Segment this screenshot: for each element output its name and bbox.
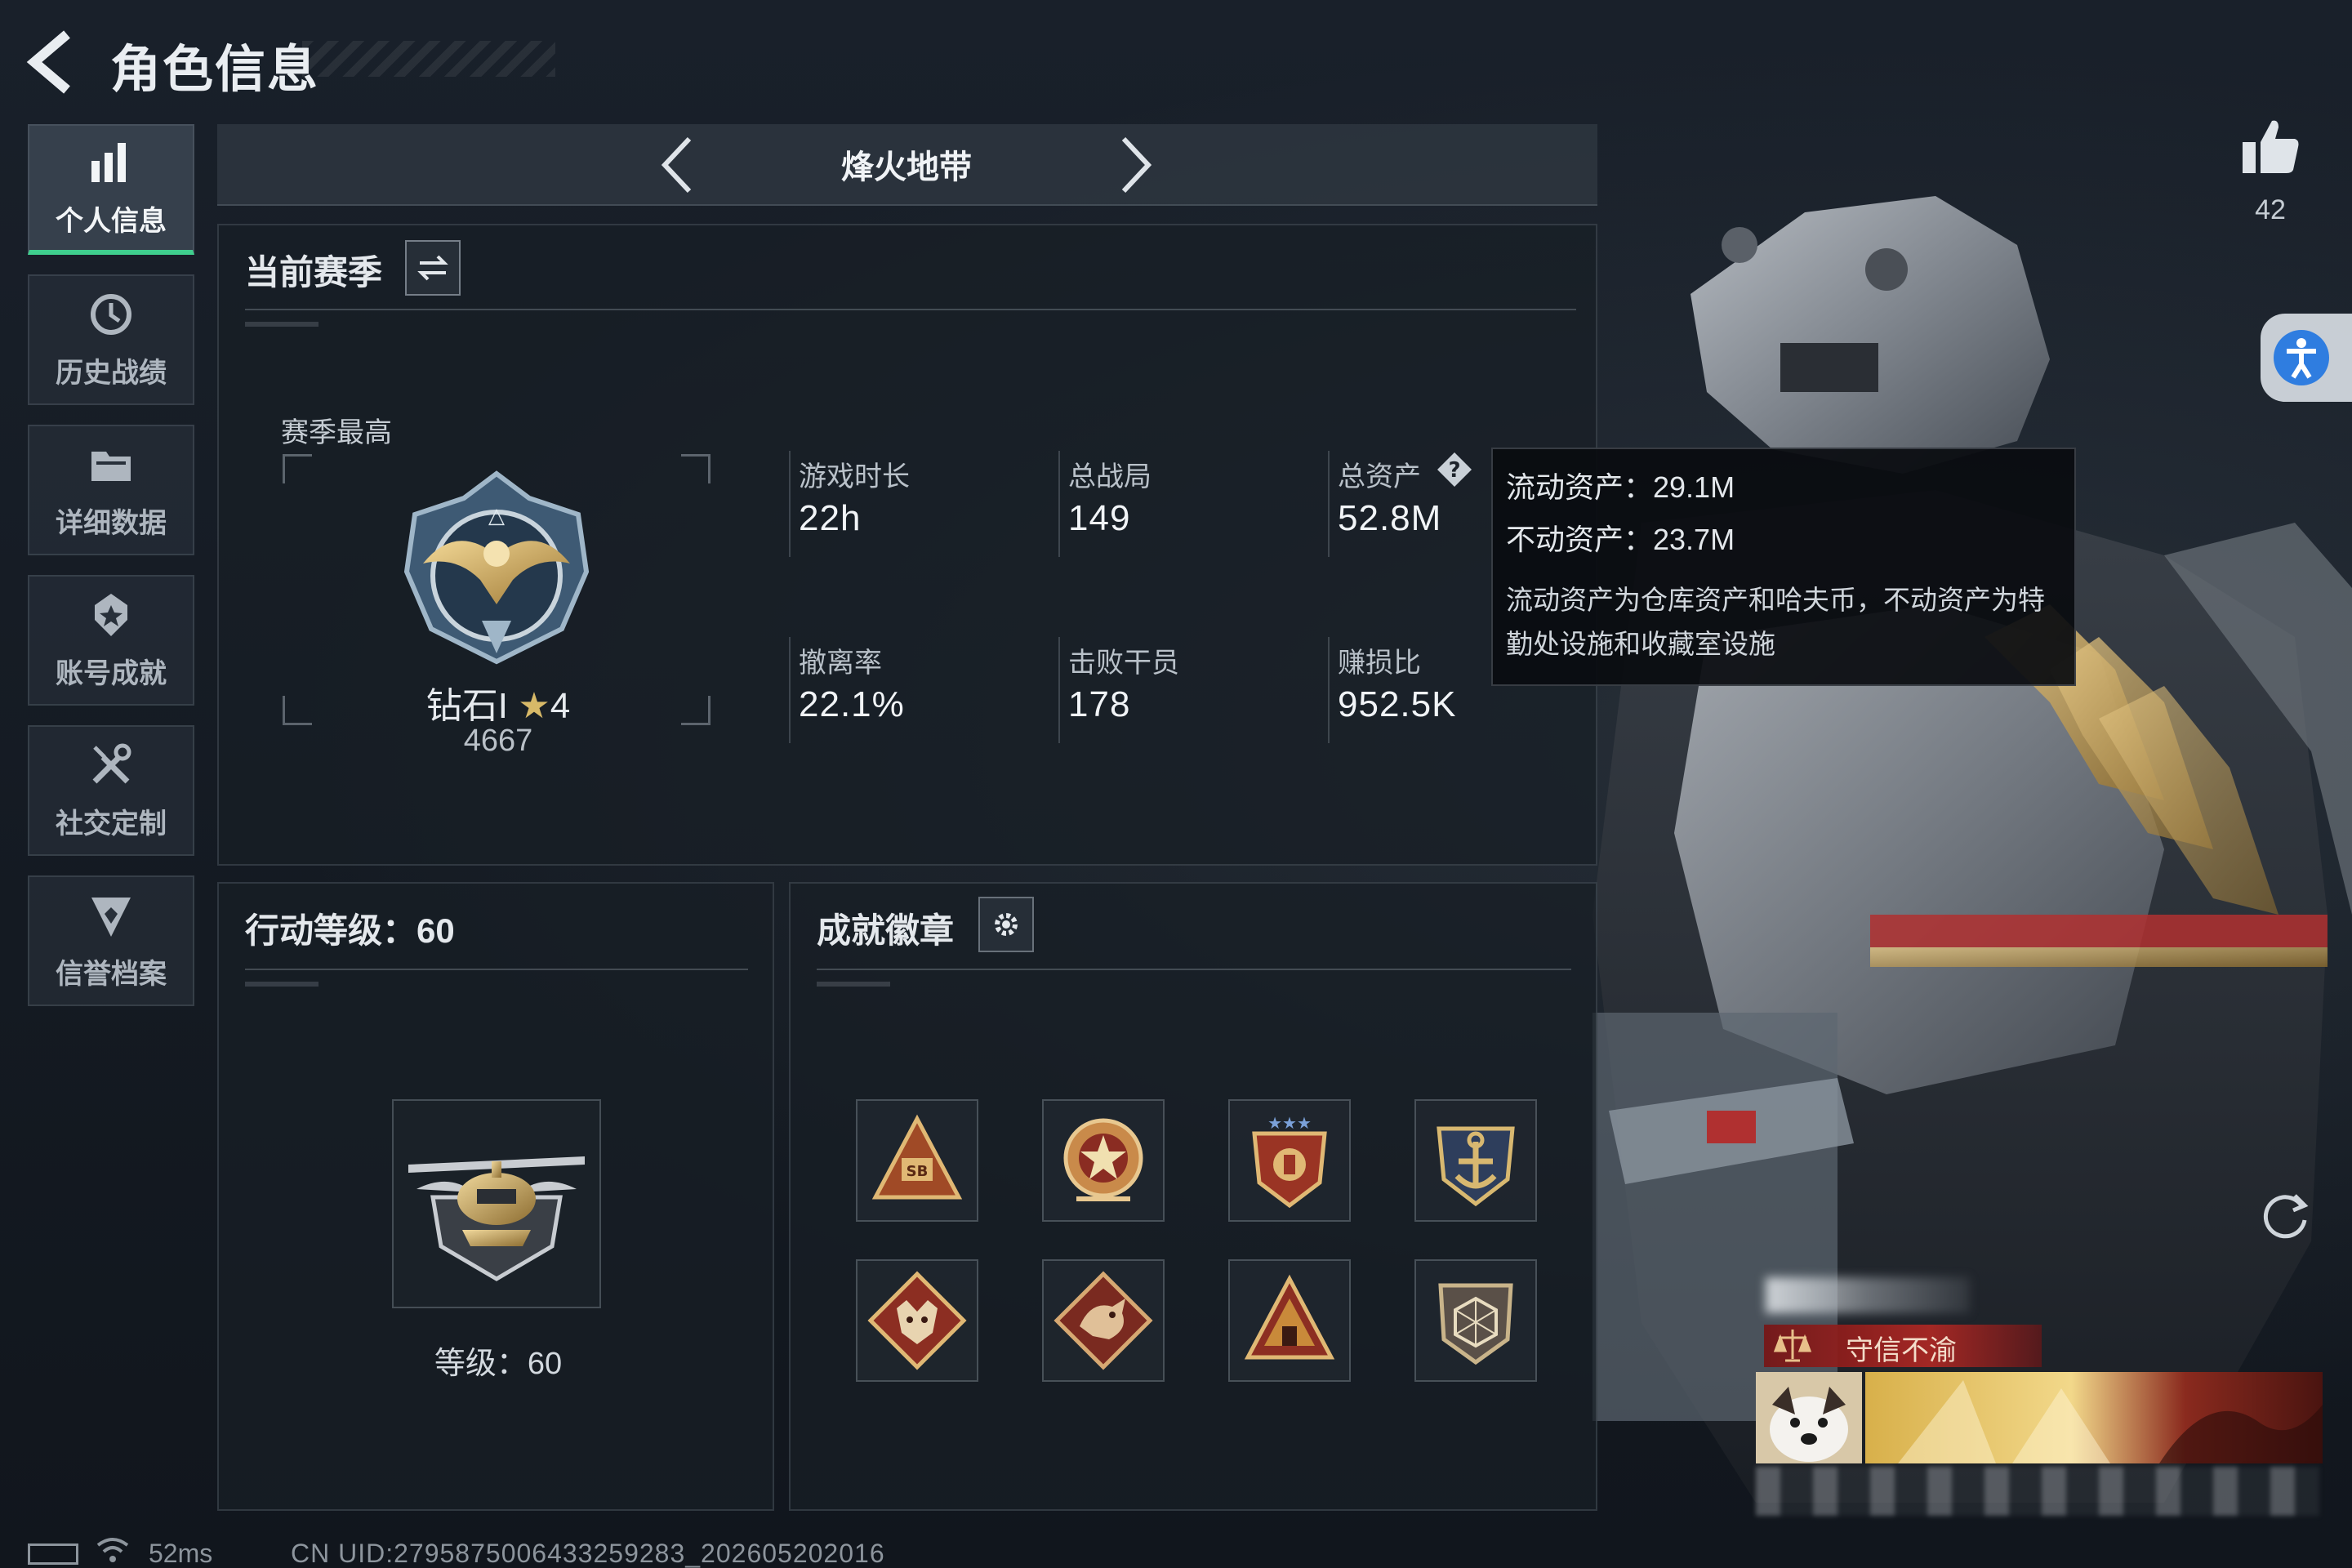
stars-shield-badge-icon: ★★★ [1252, 1113, 1327, 1209]
thumbs-up-icon[interactable] [2238, 114, 2303, 180]
ping-latency: 52ms [149, 1539, 213, 1568]
panel-divider [245, 309, 1576, 310]
badge-slot-2[interactable] [1042, 1099, 1165, 1222]
helicopter-level-emblem-icon [408, 1156, 585, 1281]
redacted-strip [1756, 1467, 2319, 1516]
season-panel-title: 当前赛季 [245, 253, 383, 292]
badge-slot-5[interactable] [856, 1259, 978, 1382]
mode-name: 烽火地带 [841, 149, 972, 185]
sidebar-item-label: 个人信息 [56, 205, 167, 237]
tooltip-liquid-assets: 流动资产：29.1M [1506, 470, 1735, 504]
chevron-right-icon[interactable] [1111, 132, 1160, 198]
accessibility-button[interactable] [2261, 314, 2352, 402]
sidebar-item-history[interactable]: 历史战绩 [28, 274, 194, 405]
honor-title-text: 守信不渝 [1846, 1335, 1957, 1366]
sidebar-item-label: 信誉档案 [56, 958, 167, 990]
user-uid: CN UID:2795875006433259283_202605202016 [291, 1539, 885, 1568]
badge-slot-6[interactable] [1042, 1259, 1165, 1382]
panel-tick-decoration [245, 982, 318, 987]
wifi-icon [96, 1538, 129, 1562]
badge-slot-4[interactable] [1414, 1099, 1537, 1222]
rank-star-icon: ★ [518, 686, 550, 726]
battery-icon [28, 1544, 78, 1565]
dragon-diamond-badge-icon [1054, 1271, 1153, 1370]
badge-panel-title: 成就徽章 [817, 911, 955, 950]
scales-icon [1773, 1330, 1812, 1362]
season-best-label: 赛季最高 [281, 417, 392, 448]
panel-tick-decoration [817, 982, 890, 987]
player-name-redacted [1766, 1277, 1970, 1313]
pyramid-badge-icon [1244, 1274, 1335, 1360]
help-question-icon[interactable]: ? [1436, 451, 1473, 488]
level-panel-title: 行动等级：60 [245, 911, 455, 950]
sidebar-item-personal-info[interactable]: 个人信息 [28, 124, 194, 255]
season-switch-button[interactable] [405, 240, 461, 296]
star-wreath-badge-icon [1063, 1118, 1143, 1201]
rotate-view-icon[interactable] [2254, 1184, 2319, 1250]
badge-slot-8[interactable] [1414, 1259, 1537, 1382]
badge-slot-3[interactable]: ★★★ [1228, 1099, 1351, 1222]
rank-points: 4667 [463, 724, 533, 758]
rank-stars: 4 [550, 686, 571, 726]
tools-icon [92, 743, 131, 783]
badge-slot-7[interactable] [1228, 1259, 1351, 1382]
operator-character-art [1592, 196, 2352, 1503]
frame-corner [283, 696, 312, 725]
accessibility-icon [2274, 330, 2329, 385]
back-arrow-button[interactable] [24, 29, 82, 95]
sidebar-item-label: 详细数据 [56, 507, 167, 539]
player-avatar[interactable] [1756, 1372, 1862, 1463]
folder-icon [91, 451, 131, 481]
frame-corner [283, 454, 312, 483]
diamond-rank-emblem-icon: △ [403, 470, 590, 665]
badge-settings-button[interactable] [978, 897, 1034, 952]
frame-corner [681, 454, 710, 483]
svg-text:△: △ [488, 504, 505, 528]
badge-slot-1[interactable]: SB [856, 1099, 978, 1222]
sidebar-item-social-custom[interactable]: 社交定制 [28, 725, 194, 856]
panel-divider [245, 969, 748, 970]
svg-text:★★★: ★★★ [1267, 1113, 1312, 1133]
triangle-sb-badge-icon: SB [871, 1114, 963, 1200]
reputation-shield-icon [91, 897, 131, 937]
panel-divider [817, 969, 1571, 970]
bar-chart-icon [91, 142, 126, 182]
gear-icon [995, 913, 1018, 936]
title-decoration [302, 41, 555, 77]
rank-name-row: 钻石I ★4 [359, 676, 637, 728]
swap-arrows-icon [417, 255, 448, 281]
sidebar-item-reputation[interactable]: 信誉档案 [28, 875, 194, 1006]
sidebar-item-label: 历史战绩 [56, 357, 167, 389]
page-title: 角色信息 [110, 42, 320, 98]
panel-tick-decoration [245, 322, 318, 327]
svg-text:?: ? [1448, 458, 1460, 483]
player-banner [1865, 1372, 2323, 1463]
history-clock-icon [91, 293, 131, 335]
tooltip-note: 流动资产为仓库资产和哈夫币，不动资产为特勤处设施和收藏室设施 [1506, 585, 2045, 659]
wolf-diamond-badge-icon [867, 1271, 967, 1370]
frame-corner [681, 696, 710, 725]
like-count: 42 [2255, 194, 2286, 225]
sidebar-item-label: 社交定制 [56, 808, 167, 840]
d20-shield-badge-icon [1438, 1283, 1513, 1365]
level-text: 等级：60 [434, 1347, 563, 1381]
svg-text:SB: SB [906, 1163, 929, 1180]
sidebar-item-label: 账号成就 [56, 657, 167, 689]
rank-name: 钻石I [425, 686, 509, 726]
sidebar-item-detailed-data[interactable]: 详细数据 [28, 425, 194, 555]
tooltip-fixed-assets: 不动资产：23.7M [1506, 523, 1735, 556]
chevron-left-icon[interactable] [653, 132, 702, 198]
anchor-shield-badge-icon [1437, 1126, 1515, 1207]
sidebar-item-achievements[interactable]: 账号成就 [28, 575, 194, 706]
achievement-star-icon [95, 593, 127, 636]
